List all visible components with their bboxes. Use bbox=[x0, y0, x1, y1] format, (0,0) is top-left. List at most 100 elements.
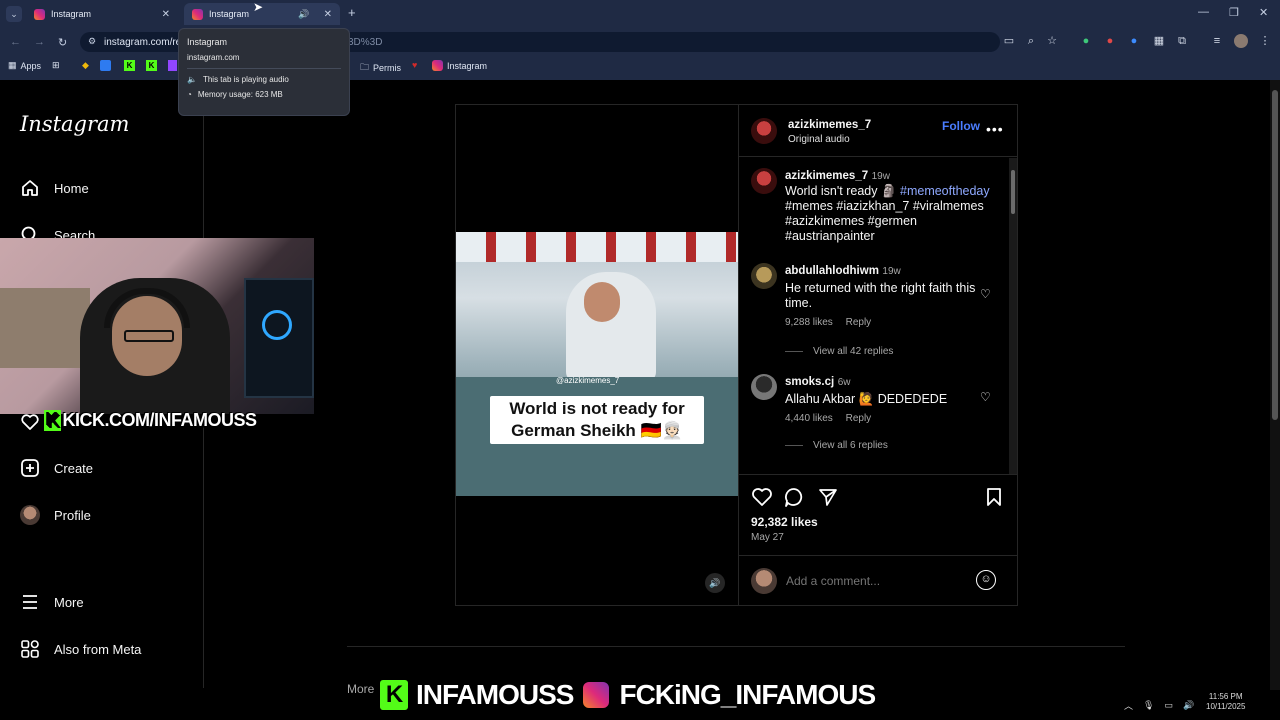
bookmark-kick-1[interactable]: K bbox=[124, 60, 135, 71]
tab-search-button[interactable]: ⌄ bbox=[6, 6, 22, 22]
bookmark-blue[interactable] bbox=[100, 60, 111, 71]
bookmark-label: Instagram bbox=[447, 60, 488, 71]
comment-like-heart-icon[interactable]: ♡ bbox=[980, 287, 991, 301]
follow-button[interactable]: Follow bbox=[942, 119, 980, 133]
post-date: May 27 bbox=[751, 532, 784, 543]
notifications-heart-icon[interactable] bbox=[20, 412, 40, 432]
restore-icon[interactable]: ❐ bbox=[1229, 6, 1239, 19]
nav-create[interactable]: Create bbox=[20, 454, 93, 482]
nav-home[interactable]: Home bbox=[20, 174, 89, 202]
bookmark-red[interactable]: ♥ bbox=[412, 60, 417, 70]
comment-avatar[interactable] bbox=[751, 263, 777, 289]
clock-time: 11:56 PM bbox=[1208, 692, 1243, 701]
window-close-icon[interactable]: ✕ bbox=[1259, 6, 1268, 19]
comments-scrollbar[interactable] bbox=[1009, 158, 1017, 474]
comment-item: abdullahlodhiwm 19w He returned with the… bbox=[785, 263, 985, 328]
volume-icon[interactable]: 🔊 bbox=[1183, 700, 1194, 711]
bookmark-binance[interactable]: ◆ bbox=[82, 60, 89, 71]
reel-video-frame[interactable] bbox=[456, 232, 738, 496]
nav-label: Home bbox=[54, 180, 89, 196]
kick-logo-icon: K bbox=[380, 680, 408, 710]
reload-icon[interactable]: ↻ bbox=[58, 36, 67, 49]
add-comment-input[interactable] bbox=[784, 570, 964, 592]
bookmark-permis[interactable]: 🗀 Permis bbox=[360, 60, 401, 76]
caption-avatar[interactable] bbox=[751, 168, 777, 194]
comment-username[interactable]: abdullahlodhiwm bbox=[785, 265, 879, 277]
nav-profile[interactable]: Profile bbox=[20, 501, 91, 529]
reply-button[interactable]: Reply bbox=[846, 413, 872, 424]
view-replies-button[interactable]: View all 6 replies bbox=[785, 440, 888, 451]
microphone-icon[interactable]: 🎙 bbox=[1143, 700, 1154, 711]
comment-age: 6w bbox=[837, 377, 851, 388]
minimize-icon[interactable]: — bbox=[1198, 6, 1209, 18]
extension-red-icon[interactable]: ● bbox=[1103, 34, 1117, 48]
bookmark-grid[interactable]: ⊞ bbox=[52, 60, 60, 71]
save-bookmark-icon[interactable] bbox=[985, 487, 1003, 507]
comment-username[interactable]: smoks.cj bbox=[785, 376, 834, 388]
extension-blue-icon[interactable]: ● bbox=[1127, 34, 1141, 48]
bookmark-twitch[interactable] bbox=[168, 60, 177, 71]
share-send-icon[interactable] bbox=[818, 487, 838, 507]
system-clock[interactable]: 11:56 PM 10/11/2025 bbox=[1206, 692, 1245, 712]
tab-title: Instagram bbox=[51, 9, 92, 19]
profile-avatar-icon bbox=[20, 505, 40, 525]
comment-bubble-icon[interactable] bbox=[784, 487, 804, 507]
network-icon[interactable]: ▭ bbox=[1164, 700, 1173, 711]
profile-avatar-icon[interactable] bbox=[1234, 34, 1248, 48]
cast-icon[interactable]: ▭ bbox=[1002, 34, 1016, 48]
kick-logo-icon: K bbox=[44, 410, 61, 431]
video-caption: World is not ready for German Sheikh 🇩🇪👳… bbox=[490, 396, 704, 444]
author-avatar[interactable] bbox=[751, 118, 777, 144]
hashtag-link[interactable]: #austrianpainter bbox=[785, 229, 1005, 244]
red-bookmark-icon: ♥ bbox=[412, 60, 418, 70]
comment-likes[interactable]: 9,288 likes bbox=[785, 317, 833, 328]
comment-likes[interactable]: 4,440 likes bbox=[785, 413, 833, 424]
unmute-sound-button[interactable]: 🔊 bbox=[705, 573, 725, 593]
new-tab-button[interactable]: + bbox=[348, 5, 356, 20]
extension-green-icon[interactable]: ● bbox=[1079, 34, 1093, 48]
create-plus-icon bbox=[20, 458, 40, 478]
hashtag-link[interactable]: #azizkimemes #germen bbox=[785, 214, 1005, 229]
video-watermark: @azizkimemes_7 bbox=[556, 376, 620, 385]
tooltip-memory: Memory usage: 623 MB bbox=[197, 90, 283, 99]
tray-chevron-icon[interactable]: ︿ bbox=[1124, 699, 1133, 712]
media-control-icon[interactable]: ≡ bbox=[1210, 34, 1224, 48]
instagram-logo[interactable]: Instagram bbox=[20, 112, 129, 136]
system-tray: ︿ 🎙 ▭ 🔊 bbox=[1124, 690, 1280, 720]
page-scrollbar[interactable] bbox=[1270, 80, 1280, 690]
tab-instagram-1[interactable]: Instagram ✕ bbox=[26, 3, 178, 25]
nav-more[interactable]: More bbox=[20, 588, 84, 616]
extension-grid-icon[interactable]: ▦ bbox=[1152, 34, 1166, 48]
bookmark-apps[interactable]: ▦ Apps bbox=[8, 60, 41, 71]
emoji-icon[interactable]: ☺ bbox=[976, 570, 996, 590]
bookmark-instagram[interactable]: Instagram bbox=[432, 60, 487, 71]
extensions-puzzle-icon[interactable]: ⧉ bbox=[1175, 34, 1189, 48]
comment-avatar[interactable] bbox=[751, 374, 777, 400]
hashtag-link[interactable]: #memes #iazizkhan_7 #viralmemes bbox=[785, 199, 1005, 214]
bookmark-star-icon[interactable]: ☆ bbox=[1045, 34, 1059, 48]
speaker-icon[interactable]: 🔊 bbox=[298, 9, 309, 20]
view-replies-button[interactable]: View all 42 replies bbox=[785, 346, 893, 357]
site-info-icon[interactable]: ⚙ bbox=[88, 36, 96, 47]
webcam-overlay bbox=[0, 238, 314, 414]
tab-close-icon[interactable]: ✕ bbox=[162, 9, 170, 20]
tab-close-icon[interactable]: ✕ bbox=[324, 9, 332, 20]
hashtag-link[interactable]: #memeoftheday bbox=[900, 184, 990, 198]
tooltip-audio: This tab is playing audio bbox=[202, 75, 289, 84]
reply-button[interactable]: Reply bbox=[846, 317, 872, 328]
instagram-handle: FCKiNG_INFAMOUS bbox=[619, 679, 876, 710]
bookmark-kick-2[interactable]: K bbox=[146, 60, 157, 71]
caption-username[interactable]: azizkimemes_7 bbox=[785, 170, 868, 182]
forward-icon[interactable]: → bbox=[34, 36, 45, 48]
audio-label[interactable]: Original audio bbox=[788, 134, 850, 145]
zoom-icon[interactable]: ⌕ bbox=[1024, 34, 1038, 48]
more-options-icon[interactable]: ••• bbox=[986, 121, 1004, 137]
like-heart-icon[interactable] bbox=[751, 487, 773, 507]
menu-kebab-icon[interactable]: ⋮ bbox=[1258, 34, 1272, 48]
comment-like-heart-icon[interactable]: ♡ bbox=[980, 390, 991, 404]
like-count[interactable]: 92,382 likes bbox=[751, 515, 818, 529]
comment-text: He returned with the right faith this ti… bbox=[785, 281, 976, 310]
author-username[interactable]: azizkimemes_7 bbox=[788, 119, 871, 131]
nav-also-from-meta[interactable]: Also from Meta bbox=[20, 635, 141, 663]
back-icon[interactable]: ← bbox=[10, 36, 21, 48]
